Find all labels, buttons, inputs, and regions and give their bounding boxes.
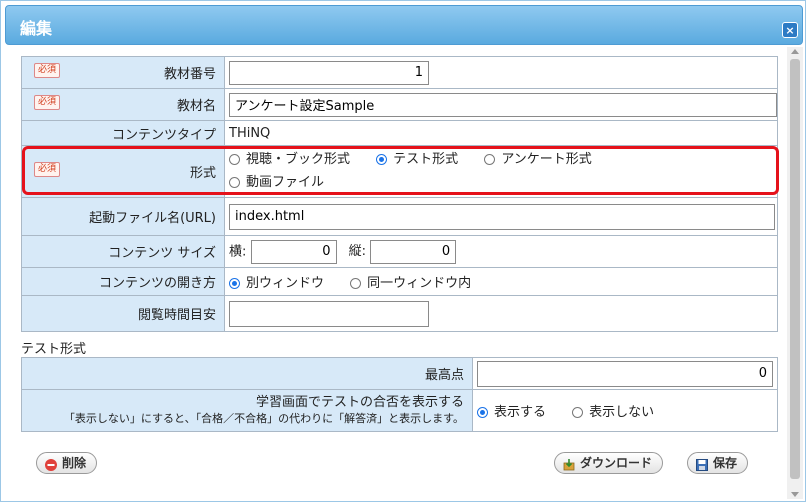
close-icon[interactable]: × <box>782 22 798 38</box>
material-number-label-cell: 必須 教材番号 <box>21 56 225 89</box>
row-material-name: 必須 教材名 <box>21 88 778 121</box>
test-section-title: テスト形式 <box>21 342 87 357</box>
show-pass-option-show[interactable]: 表示する <box>477 401 546 420</box>
content-type-value: THiNQ <box>224 120 778 146</box>
radio-show[interactable] <box>477 407 488 418</box>
radio-same-window[interactable] <box>350 278 362 289</box>
row-show-pass: 学習画面でテストの合否を表示する 「表示しない」にすると、「合格／不合格」の代わ… <box>21 389 778 432</box>
viewing-time-cell <box>224 295 778 332</box>
material-number-input[interactable] <box>229 60 429 85</box>
material-number-cell <box>224 56 778 89</box>
open-option-new-window[interactable]: 別ウィンドウ <box>229 272 324 291</box>
material-form: 必須 教材番号 必須 教材名 コンテンツタイプ THiNQ <box>21 56 778 332</box>
launch-file-input[interactable] <box>229 203 775 230</box>
format-option-video[interactable]: 動画ファイル <box>229 172 324 194</box>
download-icon <box>563 457 575 470</box>
scrollbar-thumb[interactable] <box>790 59 800 479</box>
width-input[interactable] <box>250 239 337 264</box>
content-size-cell: 横: 縦: <box>224 235 778 268</box>
width-label: 横: <box>229 244 247 259</box>
radio-video[interactable] <box>229 176 240 188</box>
scroll-up-icon[interactable] <box>791 49 799 54</box>
row-format: 必須 形式 視聴・ブック形式 テスト形式 アンケート形式 動画ファイル <box>21 145 778 198</box>
row-material-number: 必須 教材番号 <box>21 56 778 89</box>
radio-survey[interactable] <box>484 154 496 165</box>
vertical-scrollbar[interactable] <box>787 47 803 499</box>
row-viewing-time: 閲覧時間目安 <box>21 295 778 332</box>
row-max-score: 最高点 <box>21 357 778 390</box>
format-option-test[interactable]: テスト形式 <box>376 149 458 171</box>
content-size-label: コンテンツ サイズ <box>21 235 225 268</box>
edit-dialog: 編集 × 必須 教材番号 必須 教材名 <box>0 0 806 502</box>
delete-icon <box>45 457 57 471</box>
radio-test[interactable] <box>376 154 388 165</box>
launch-file-label: 起動ファイル名(URL) <box>21 197 225 236</box>
radio-hide[interactable] <box>572 407 584 418</box>
show-pass-options: 表示する 表示しない <box>472 389 778 432</box>
show-pass-note: 「表示しない」にすると、「合格／不合格」の代わりに「解答済」と表示します。 <box>63 411 464 425</box>
row-content-size: コンテンツ サイズ 横: 縦: <box>21 235 778 268</box>
viewing-time-label: 閲覧時間目安 <box>21 295 225 332</box>
format-options: 視聴・ブック形式 テスト形式 アンケート形式 動画ファイル <box>224 145 778 198</box>
max-score-label: 最高点 <box>21 357 473 390</box>
required-badge: 必須 <box>34 95 61 110</box>
show-pass-label: 学習画面でテストの合否を表示する <box>255 394 464 410</box>
material-name-label: 教材名 <box>176 99 216 114</box>
open-method-label: コンテンツの開き方 <box>21 267 225 296</box>
format-option-view-book[interactable]: 視聴・ブック形式 <box>229 149 350 171</box>
launch-file-cell <box>224 197 778 236</box>
save-button[interactable]: 保存 <box>687 452 749 474</box>
radio-new-window[interactable] <box>229 278 240 289</box>
dialog-title: 編集 <box>20 19 53 38</box>
material-number-label: 教材番号 <box>163 67 216 82</box>
format-label: 形式 <box>189 166 216 181</box>
height-input[interactable] <box>370 239 457 264</box>
open-option-same-window[interactable]: 同一ウィンドウ内 <box>350 272 471 291</box>
open-method-options: 別ウィンドウ 同一ウィンドウ内 <box>224 267 778 296</box>
viewing-time-input[interactable] <box>229 300 429 327</box>
row-open-method: コンテンツの開き方 別ウィンドウ 同一ウィンドウ内 <box>21 267 778 296</box>
max-score-cell <box>472 357 778 390</box>
floppy-disk-icon <box>696 457 708 471</box>
row-content-type: コンテンツタイプ THiNQ <box>21 120 778 146</box>
scroll-down-icon[interactable] <box>791 492 799 497</box>
format-option-survey[interactable]: アンケート形式 <box>484 149 592 171</box>
delete-button[interactable]: 削除 <box>36 452 98 474</box>
format-label-cell: 必須 形式 <box>21 145 225 198</box>
material-name-cell <box>224 88 778 121</box>
content-type-label: コンテンツタイプ <box>21 120 225 146</box>
test-settings-table: 最高点 学習画面でテストの合否を表示する 「表示しない」にすると、「合格／不合格… <box>21 357 778 432</box>
show-pass-option-hide[interactable]: 表示しない <box>572 401 654 420</box>
max-score-input[interactable] <box>477 360 773 387</box>
dialog-content: 必須 教材番号 必須 教材名 コンテンツタイプ THiNQ <box>6 47 786 499</box>
required-badge: 必須 <box>34 162 61 177</box>
row-launch-file: 起動ファイル名(URL) <box>21 197 778 236</box>
show-pass-label-cell: 学習画面でテストの合否を表示する 「表示しない」にすると、「合格／不合格」の代わ… <box>21 389 473 432</box>
radio-view-book[interactable] <box>229 154 240 165</box>
material-name-label-cell: 必須 教材名 <box>21 88 225 121</box>
dialog-titlebar[interactable]: 編集 × <box>5 5 803 45</box>
material-name-input[interactable] <box>229 92 777 117</box>
required-badge: 必須 <box>34 63 61 78</box>
download-button[interactable]: ダウンロード <box>554 452 664 474</box>
height-label: 縦: <box>348 244 367 259</box>
